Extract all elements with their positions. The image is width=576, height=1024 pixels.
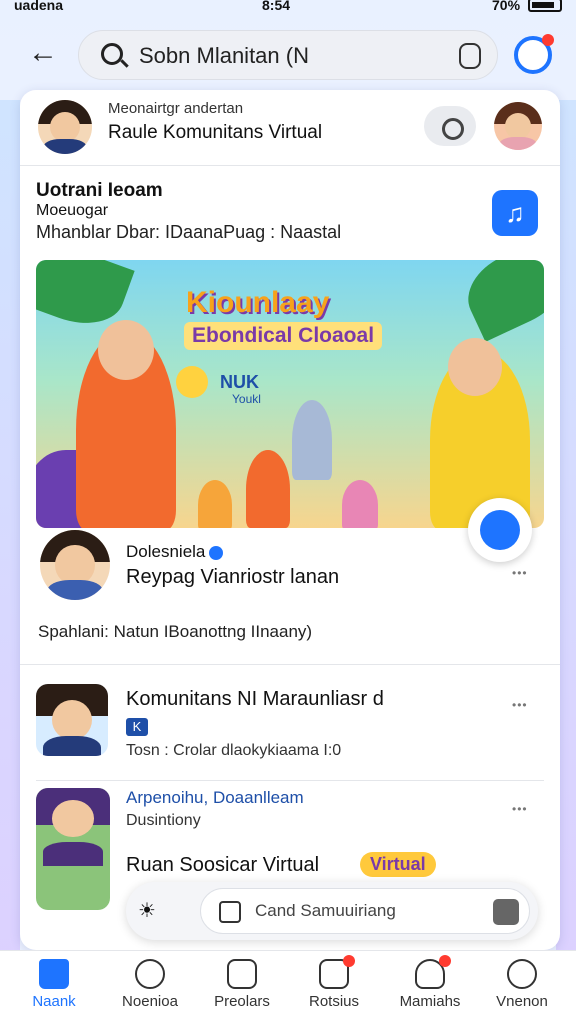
search-people-icon — [135, 959, 165, 989]
list-item-subtitle: Dusintiony — [126, 812, 201, 829]
nav-label: Rotsius — [308, 993, 360, 1010]
status-bar: uadena 8:54 70% — [0, 0, 576, 18]
hand-icon[interactable] — [459, 43, 481, 69]
avatar[interactable] — [40, 530, 110, 600]
search-icon — [101, 43, 123, 65]
profile-icon — [507, 959, 537, 989]
promo-title: Ruan Soosicar Virtual — [126, 854, 320, 876]
bottom-nav: Naank Noenioa Preolars Rotsius Mamiahs V… — [0, 950, 576, 1024]
user-avatar[interactable] — [494, 102, 542, 150]
post-caption: Spahlani: Natun IBoanottng IInaany) — [38, 622, 313, 641]
divider — [36, 780, 544, 781]
send-icon[interactable] — [493, 899, 519, 925]
left-decoration — [0, 100, 20, 960]
list-item-title: Arpenoihu, Doaanlleam — [126, 788, 304, 807]
list-item[interactable]: Komunitans NI Maraunliasr d K Tosn : Cro… — [36, 680, 546, 760]
list-item-tag: K — [126, 718, 148, 736]
nav-label: Noenioa — [122, 993, 178, 1010]
composer-placeholder: Cand Samuuiriang — [255, 901, 396, 920]
header-subtitle: Meonairtgr andertan — [108, 100, 244, 117]
members-icon — [415, 955, 451, 989]
battery-percent: 70% — [492, 0, 521, 13]
avatar[interactable] — [36, 684, 108, 756]
view-icon[interactable] — [424, 106, 476, 146]
notification-badge — [343, 955, 355, 967]
banner-caption: Youkl — [232, 392, 261, 406]
nav-posts[interactable]: Rotsius — [286, 955, 382, 1010]
post-header: Uotrani Ieoam Moeuogar Mhanblar Dbar: ID… — [36, 178, 546, 248]
avatar[interactable] — [36, 788, 110, 910]
nav-label: Preolars — [214, 993, 270, 1010]
virtual-pill[interactable]: Virtual — [360, 852, 436, 877]
battery-icon — [528, 0, 562, 12]
post-byline[interactable]: Dolesniela Reypag Vianriostr lanan ••• — [36, 530, 546, 610]
post-meta: Mhanblar Dbar: IDaanaPuag : Naastal — [36, 222, 342, 242]
avatar[interactable] — [38, 100, 92, 154]
carrier-label: uadena — [14, 0, 64, 13]
header-title: Raule Komunitans Virtual — [108, 122, 323, 143]
byline-name: Dolesniela — [126, 542, 224, 562]
list-item-title: Komunitans NI Maraunliasr d — [126, 688, 384, 710]
banner-label: NUK — [220, 372, 259, 392]
back-arrow-icon[interactable]: ← — [28, 38, 58, 68]
nav-label: Vnenon — [496, 993, 548, 1010]
nav-label: Mamiahs — [399, 993, 461, 1010]
nav-home[interactable]: Naank — [6, 959, 102, 1010]
banner-subtitle: Ebondical Cloaoal — [184, 322, 383, 350]
edit-icon — [219, 901, 241, 923]
clock: 8:54 — [262, 0, 291, 13]
nav-search[interactable]: Noenioa — [102, 959, 198, 1010]
profile-button[interactable] — [514, 34, 554, 74]
music-note-icon[interactable]: ♫ — [492, 190, 538, 236]
nav-members[interactable]: Mamiahs — [382, 955, 478, 1010]
composer-input[interactable]: Cand Samuuiriang — [200, 888, 530, 934]
banner-title: Kiounlaay — [186, 286, 330, 319]
search-bar[interactable]: Sobn Mlanitan (N — [78, 30, 498, 80]
list-item-subtitle: Tosn : Crolar dlaokykiaama I:0 — [126, 742, 342, 759]
home-icon — [39, 959, 69, 989]
post-role: Moeuogar — [36, 202, 109, 219]
more-options-icon[interactable]: ••• — [512, 802, 528, 816]
community-header[interactable]: Meonairtgr andertan Raule Komunitans Vir… — [20, 90, 560, 166]
top-bar: ← Sobn Mlanitan (N — [0, 28, 576, 84]
post-image[interactable]: Kiounlaay Ebondical Cloaoal NUK Youkl — [36, 260, 544, 528]
nav-profile[interactable]: Vnenon — [474, 959, 570, 1010]
feed-card: Meonairtgr andertan Raule Komunitans Vir… — [20, 90, 560, 950]
post-author[interactable]: Uotrani Ieoam — [36, 180, 163, 202]
byline-description: Reypag Vianriostr lanan — [126, 566, 340, 588]
nav-label: Naank — [32, 993, 76, 1010]
search-input[interactable]: Sobn Mlanitan (N — [139, 43, 309, 69]
nav-products[interactable]: Preolars — [194, 959, 290, 1010]
more-options-icon[interactable]: ••• — [512, 566, 528, 580]
products-icon — [227, 959, 257, 989]
sticker-icon[interactable]: ☀ — [138, 898, 156, 923]
composer-bar: ☀ Cand Samuuiriang — [126, 882, 538, 940]
notification-badge — [439, 955, 451, 967]
divider — [20, 664, 560, 665]
more-options-icon[interactable]: ••• — [512, 698, 528, 712]
verified-badge-icon — [209, 545, 224, 560]
posts-icon — [319, 955, 355, 989]
